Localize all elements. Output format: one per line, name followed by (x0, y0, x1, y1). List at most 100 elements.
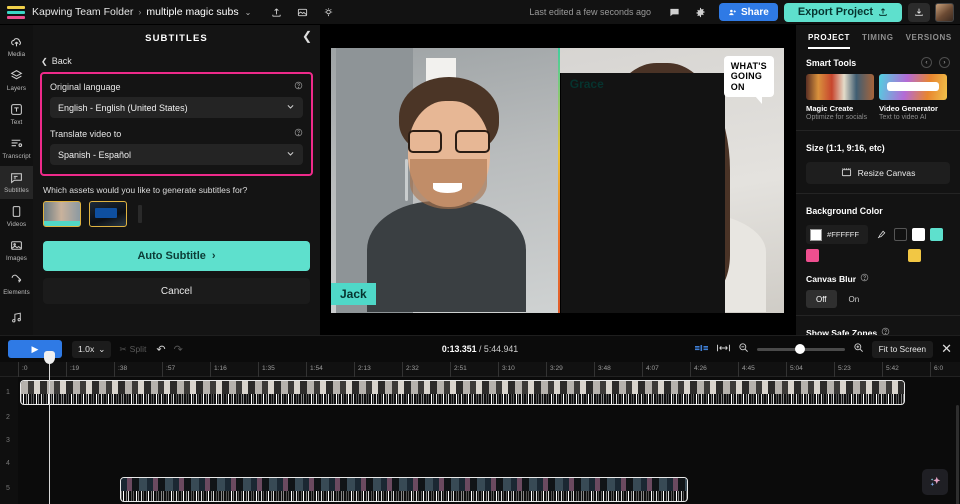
asset-thumbnail-list (33, 201, 320, 227)
fit-width-icon[interactable] (717, 343, 730, 356)
size-title: Size (1:1, 9:16, etc) (806, 143, 885, 153)
canvas-blur-off[interactable]: Off (806, 290, 837, 308)
canvas-stage: Jack Grace WHAT'S GOING ON (320, 25, 795, 335)
ruler-tick: :57 (162, 362, 163, 377)
asset-thumbnail[interactable] (43, 201, 81, 227)
comment-icon[interactable] (663, 2, 685, 22)
undo-icon[interactable]: ↶ (156, 343, 165, 356)
help-icon[interactable] (860, 273, 869, 284)
timeline-scrollbar[interactable] (956, 405, 959, 504)
swatch-pink[interactable] (806, 249, 819, 262)
zoom-in-icon[interactable] (853, 342, 864, 356)
timeline-ruler[interactable]: :0:19:38:571:161:351:542:132:322:513:103… (0, 362, 960, 377)
swatch-black[interactable] (894, 228, 907, 241)
swatch-teal[interactable] (930, 228, 943, 241)
playhead-knob[interactable] (44, 351, 55, 364)
zoom-slider-knob[interactable] (795, 344, 805, 354)
sidebar-item-videos[interactable]: Videos (0, 199, 33, 233)
auto-subtitle-button[interactable]: Auto Subtitle › (43, 241, 310, 271)
download-button[interactable] (908, 3, 930, 22)
fit-to-screen-button[interactable]: Fit to Screen (872, 341, 933, 358)
ruler-tick-label: :38 (118, 365, 127, 372)
ruler-tick: :19 (66, 362, 67, 377)
hex-input[interactable]: #FFFFFF (806, 225, 868, 244)
card-title: Video Generator (879, 104, 947, 113)
align-icon[interactable] (695, 343, 709, 356)
close-timeline-icon[interactable]: ✕ (941, 341, 952, 357)
canvas-blur-on[interactable]: On (839, 290, 870, 308)
ruler-tick-label: 4:07 (646, 365, 659, 372)
upload-icon[interactable] (265, 2, 287, 22)
playhead[interactable] (49, 362, 50, 504)
sidebar-label-transcript: Transcript (2, 153, 30, 160)
video-preview[interactable]: Jack Grace WHAT'S GOING ON (331, 48, 784, 313)
ruler-tick: 5:42 (882, 362, 883, 377)
speech-bubble[interactable]: WHAT'S GOING ON (724, 56, 774, 98)
cancel-button[interactable]: Cancel (43, 278, 310, 304)
video-clip[interactable] (120, 477, 688, 502)
collapse-panel-icon[interactable]: ❮ (302, 29, 312, 43)
sidebar-item-text[interactable]: Text (0, 98, 33, 132)
zoom-out-icon[interactable] (738, 342, 749, 356)
back-label: Back (52, 56, 72, 66)
sidebar-item-layers[interactable]: Layers (0, 64, 33, 98)
asset-scroll-indicator[interactable] (138, 205, 142, 223)
redo-icon[interactable]: ↷ (174, 343, 183, 356)
time-separator: / (479, 344, 481, 354)
tab-project[interactable]: PROJECT (808, 33, 850, 49)
chevron-down-icon[interactable]: ⌄ (245, 8, 252, 17)
sidebar-item-images[interactable]: Images (0, 233, 33, 267)
media-icon[interactable] (291, 2, 313, 22)
tab-timing[interactable]: TIMING (862, 33, 894, 49)
ruler-tick-label: 4:45 (742, 365, 755, 372)
left-tool-rail: Media Layers Text Transcript Subtitles (0, 25, 33, 335)
kapwing-logo[interactable] (7, 6, 25, 19)
sidebar-item-transcript[interactable]: Transcript (0, 132, 33, 166)
name-chip-right[interactable]: Grace (560, 73, 725, 313)
ruler-tick: 3:48 (594, 362, 595, 377)
user-avatar[interactable] (935, 3, 954, 22)
help-icon[interactable] (294, 128, 303, 139)
back-button[interactable]: ❮ Back (33, 52, 320, 70)
ruler-tick-label: 6:0 (934, 365, 943, 372)
original-language-select[interactable]: English - English (United States) (50, 97, 303, 118)
lightbulb-icon[interactable] (317, 2, 339, 22)
settings-gear-icon[interactable] (689, 2, 711, 22)
name-chip-left[interactable]: Jack (331, 283, 376, 305)
video-clip[interactable] (20, 380, 905, 405)
breadcrumb-project[interactable]: multiple magic subs (146, 6, 238, 18)
help-icon[interactable] (294, 81, 303, 92)
eyedropper-icon[interactable] (873, 225, 889, 244)
smart-tool-card[interactable]: Video Generator Text to video AI (879, 74, 947, 121)
ruler-tick: 4:45 (738, 362, 739, 377)
tab-versions[interactable]: VERSIONS (906, 33, 952, 49)
sidebar-item-subtitles[interactable]: Subtitles (0, 166, 33, 200)
export-project-button[interactable]: Export Project (784, 3, 902, 22)
track-row-1[interactable] (18, 380, 960, 405)
breadcrumb-folder[interactable]: Kapwing Team Folder (32, 6, 133, 18)
ai-assist-button[interactable] (922, 469, 948, 495)
asset-thumbnail[interactable] (89, 201, 127, 227)
track-row-5[interactable] (18, 477, 960, 502)
timeline-zoom-slider[interactable] (757, 348, 845, 351)
playback-speed-select[interactable]: 1.0x ⌄ (72, 341, 111, 358)
chevron-left-icon[interactable]: ‹ (921, 57, 932, 68)
assets-question: Which assets would you like to generate … (43, 185, 320, 195)
split-button[interactable]: ✂ Split (119, 344, 146, 355)
smart-tool-card[interactable]: Magic Create Optimize for socials (806, 74, 874, 121)
resize-canvas-button[interactable]: Resize Canvas (806, 162, 950, 184)
swatch-white[interactable] (912, 228, 925, 241)
sidebar-label-elements: Elements (3, 289, 30, 296)
translate-language-select[interactable]: Spanish - Español (50, 144, 303, 165)
ruler-tick: :38 (114, 362, 115, 377)
sidebar-item-elements[interactable]: Elements (0, 267, 33, 301)
share-button[interactable]: Share (719, 3, 778, 21)
ruler-tick: 1:54 (306, 362, 307, 377)
chevron-right-icon[interactable]: › (939, 57, 950, 68)
swatch-yellow[interactable] (908, 249, 921, 262)
sidebar-item-media[interactable]: Media (0, 30, 33, 64)
chevron-down-icon (286, 149, 295, 160)
sidebar-item-audio[interactable] (0, 301, 33, 335)
ruler-tick-label: 1:35 (262, 365, 275, 372)
text-icon (10, 103, 23, 118)
